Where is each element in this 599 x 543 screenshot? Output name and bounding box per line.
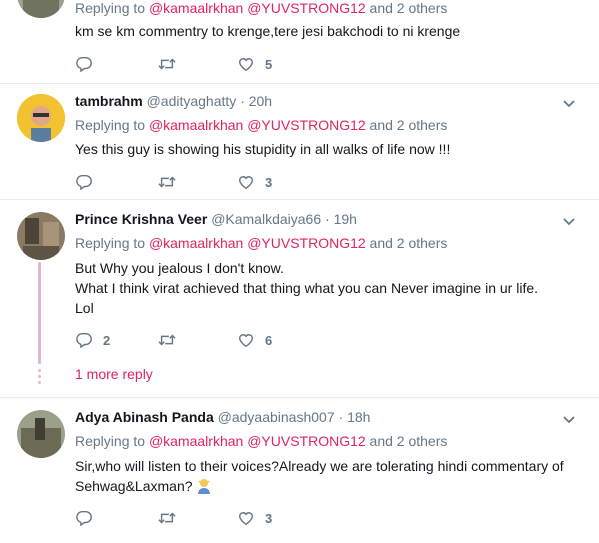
reply-context: Replying to @kamaalrkhan @YUVSTRONG12 an…	[75, 433, 448, 449]
user-name[interactable]: tambrahm	[75, 93, 143, 109]
mention-link[interactable]: @kamaalrkhan @YUVSTRONG12	[149, 0, 366, 16]
avatar[interactable]	[17, 212, 65, 260]
user-name[interactable]: Adya Abinash Panda	[75, 409, 214, 425]
chevron-down-icon[interactable]	[561, 411, 577, 427]
reply-button[interactable]	[75, 172, 93, 192]
tweet-header: tambrahm @adityaghatty · 20h	[75, 93, 272, 109]
reply-count: 2	[103, 332, 111, 348]
heart-icon	[237, 509, 255, 527]
reply-context: Replying to @kamaalrkhan @YUVSTRONG12 an…	[75, 235, 448, 251]
reply-button[interactable]	[75, 508, 93, 528]
more-replies-link[interactable]: 1 more reply	[75, 366, 153, 382]
like-button[interactable]: 6	[237, 330, 272, 350]
reply-icon	[75, 173, 93, 191]
retweet-icon	[157, 173, 177, 191]
mention-link[interactable]: @kamaalrkhan @YUVSTRONG12	[149, 433, 366, 449]
avatar[interactable]	[17, 410, 65, 458]
tweet-text: But Why you jealous I don't know. What I…	[75, 258, 538, 318]
tweet-text-line: Lol	[75, 300, 94, 316]
like-count: 6	[265, 332, 273, 348]
tweet-text-line: What I think virat achieved that thing w…	[75, 280, 539, 296]
avatar[interactable]	[17, 0, 65, 18]
timestamp[interactable]: · 18h	[339, 409, 371, 425]
user-handle[interactable]: @adityaghatty	[147, 93, 237, 109]
user-handle[interactable]: @Kamalkdaiya66	[211, 211, 321, 227]
chevron-down-icon[interactable]	[561, 95, 577, 111]
reply-icon	[75, 55, 93, 73]
user-handle[interactable]: @adyaabinash007	[218, 409, 335, 425]
heart-icon	[237, 331, 255, 349]
thread-line	[38, 262, 41, 364]
retweet-button[interactable]	[157, 508, 177, 528]
reply-icon	[75, 509, 93, 527]
tweet-text-line: But Why you jealous I don't know.	[75, 260, 284, 276]
retweet-icon	[157, 55, 177, 73]
timestamp[interactable]: · 19h	[325, 211, 357, 227]
tweet-text-line: Sehwag&Laxman?	[75, 478, 193, 494]
timestamp[interactable]: · 20h	[240, 93, 272, 109]
like-count: 5	[265, 56, 273, 72]
retweet-button[interactable]	[157, 172, 177, 192]
tweet-text: km se km commentry to krenge,tere jesi b…	[75, 23, 461, 39]
like-count: 3	[265, 510, 273, 526]
tweet-text-line-wrap: Sehwag&Laxman?	[75, 476, 564, 496]
tweet-header: Adya Abinash Panda @adyaabinash007 · 18h	[75, 409, 370, 425]
tweet[interactable]: tambrahm @adityaghatty · 20h Replying to…	[0, 84, 599, 200]
tweet-text: Sir,who will listen to their voices?Alre…	[75, 456, 564, 496]
heart-icon	[237, 173, 255, 191]
heart-icon	[237, 55, 255, 73]
reply-button[interactable]	[75, 54, 93, 74]
tweet[interactable]: Replying to @kamaalrkhan @YUVSTRONG12 an…	[0, 0, 599, 84]
reply-icon	[75, 331, 93, 349]
mention-link[interactable]: @kamaalrkhan @YUVSTRONG12	[149, 117, 366, 133]
user-name[interactable]: Prince Krishna Veer	[75, 211, 207, 227]
retweet-button[interactable]	[157, 54, 177, 74]
tweet-header: Prince Krishna Veer @Kamalkdaiya66 · 19h	[75, 211, 357, 227]
like-button[interactable]: 3	[237, 172, 272, 192]
like-button[interactable]: 5	[237, 54, 272, 74]
person-emoji-icon	[197, 479, 210, 494]
retweet-button[interactable]	[157, 330, 177, 350]
reply-context: Replying to @kamaalrkhan @YUVSTRONG12 an…	[75, 0, 448, 16]
tweet[interactable]: Adya Abinash Panda @adyaabinash007 · 18h…	[0, 398, 599, 543]
avatar[interactable]	[17, 94, 65, 142]
tweet-text-line: Sir,who will listen to their voices?Alre…	[75, 458, 564, 474]
tweet[interactable]: Prince Krishna Veer @Kamalkdaiya66 · 19h…	[0, 200, 599, 398]
reply-button[interactable]: 2	[75, 330, 110, 350]
retweet-icon	[157, 331, 177, 349]
chevron-down-icon[interactable]	[561, 213, 577, 229]
mention-link[interactable]: @kamaalrkhan @YUVSTRONG12	[149, 235, 366, 251]
retweet-icon	[157, 509, 177, 527]
like-count: 3	[265, 174, 273, 190]
reply-context: Replying to @kamaalrkhan @YUVSTRONG12 an…	[75, 117, 448, 133]
tweet-text: Yes this guy is showing his stupidity in…	[75, 141, 451, 157]
like-button[interactable]: 3	[237, 508, 272, 528]
